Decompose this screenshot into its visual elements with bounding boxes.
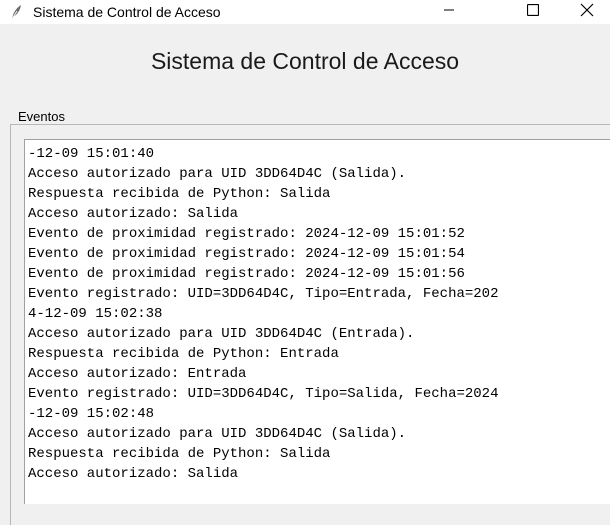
maximize-button[interactable] (510, 0, 556, 24)
events-log[interactable]: -12-09 15:01:40 Acceso autorizado para UI… (24, 139, 610, 504)
minimize-button[interactable] (426, 0, 472, 24)
events-group-label: Eventos (17, 109, 66, 124)
log-line: Acceso autorizado para UID 3DD64D4C (Ent… (28, 326, 415, 342)
log-line: Respuesta recibida de Python: Salida (28, 186, 331, 202)
maximize-icon (526, 3, 540, 21)
log-line: Evento registrado: UID=3DD64D4C, Tipo=En… (28, 286, 499, 302)
log-line: Respuesta recibida de Python: Entrada (28, 346, 339, 362)
log-line: Acceso autorizado para UID 3DD64D4C (Sal… (28, 426, 407, 442)
log-line: Respuesta recibida de Python: Salida (28, 446, 331, 462)
log-line: Evento de proximidad registrado: 2024-12… (28, 266, 465, 282)
log-line: -12-09 15:01:40 (28, 146, 155, 162)
log-line: Evento de proximidad registrado: 2024-12… (28, 246, 465, 262)
close-button[interactable] (564, 0, 610, 24)
window-title: Sistema de Control de Acceso (33, 4, 221, 20)
close-icon (580, 3, 594, 22)
log-line: -12-09 15:02:48 (28, 406, 155, 422)
log-line: Evento registrado: UID=3DD64D4C, Tipo=Sa… (28, 386, 499, 402)
title-bar: Sistema de Control de Acceso (0, 0, 610, 24)
log-line: 4-12-09 15:02:38 (28, 306, 163, 322)
log-line: Acceso autorizado: Salida (28, 466, 239, 482)
log-line: Acceso autorizado para UID 3DD64D4C (Sal… (28, 166, 407, 182)
page-title: Sistema de Control de Acceso (150, 48, 460, 74)
log-line: Evento de proximidad registrado: 2024-12… (28, 226, 465, 242)
log-line: Acceso autorizado: Salida (28, 206, 239, 222)
events-log-lines: -12-09 15:01:40 Acceso autorizado para UI… (25, 140, 610, 484)
feather-icon (9, 4, 23, 20)
minimize-icon (443, 3, 455, 21)
log-line: Acceso autorizado: Entrada (28, 366, 247, 382)
